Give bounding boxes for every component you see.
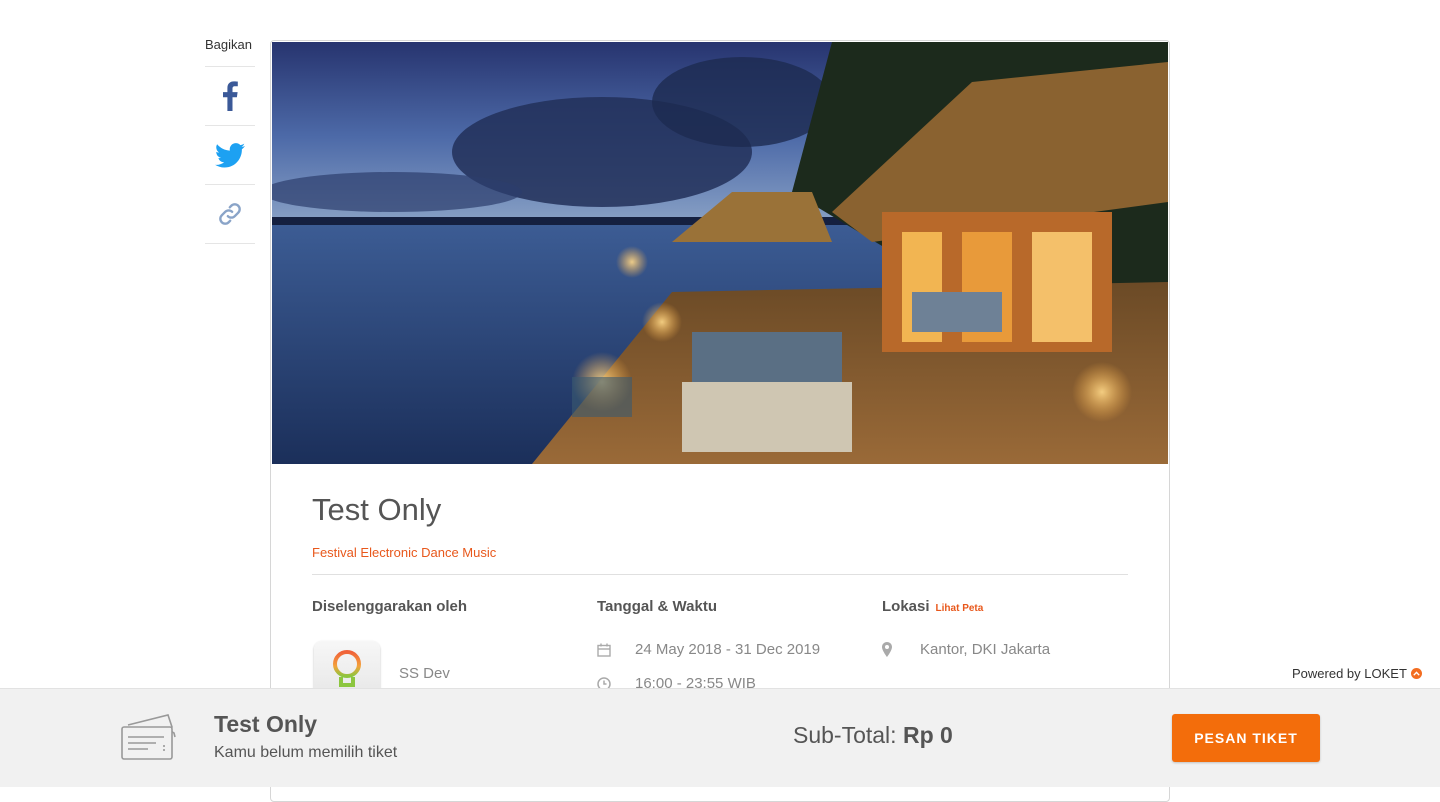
event-category-link[interactable]: Festival Electronic Dance Music xyxy=(312,545,496,560)
share-label: Bagikan xyxy=(205,37,252,52)
facebook-icon xyxy=(223,81,238,111)
location-row: Kantor, DKI Jakarta xyxy=(882,641,1050,658)
location-heading-group: Lokasi Lihat Peta xyxy=(882,598,983,615)
event-date-range: 24 May 2018 - 31 Dec 2019 xyxy=(635,641,821,658)
date-row: 24 May 2018 - 31 Dec 2019 xyxy=(597,641,820,658)
view-map-link[interactable]: Lihat Peta xyxy=(936,603,984,614)
organizer-name[interactable]: SS Dev xyxy=(399,665,450,682)
divider xyxy=(312,574,1128,575)
event-banner-image xyxy=(272,42,1168,464)
organizer-heading: Diselenggarakan oleh xyxy=(312,598,468,615)
twitter-icon xyxy=(215,142,245,167)
subtotal-value: Rp 0 xyxy=(902,722,953,748)
share-twitter-button[interactable] xyxy=(205,125,255,184)
order-ticket-button[interactable]: PESAN TIKET xyxy=(1172,714,1320,762)
link-icon xyxy=(219,203,241,225)
copy-link-button[interactable] xyxy=(205,184,255,244)
calendar-icon xyxy=(597,643,611,657)
ticket-icon xyxy=(118,713,176,766)
checkout-bar: Test Only Kamu belum memilih tiket Sub-T… xyxy=(0,688,1440,787)
share-facebook-button[interactable] xyxy=(205,66,255,125)
subtotal: Sub-Total: Rp 0 xyxy=(793,722,953,749)
datetime-heading: Tanggal & Waktu xyxy=(597,598,717,615)
checkout-status-text: Kamu belum memilih tiket xyxy=(214,744,398,761)
chevron-up-icon xyxy=(1410,668,1422,679)
event-location: Kantor, DKI Jakarta xyxy=(920,641,1051,658)
map-marker-icon xyxy=(882,642,892,657)
powered-by-text: Powered by LOKET xyxy=(1292,666,1407,681)
checkout-event-title: Test Only xyxy=(214,711,318,737)
subtotal-label: Sub-Total: xyxy=(793,722,897,748)
location-heading: Lokasi xyxy=(882,598,930,615)
powered-by-link[interactable]: Powered by LOKET xyxy=(1292,666,1422,681)
share-sidebar: Bagikan xyxy=(205,36,255,244)
event-title: Test Only xyxy=(312,492,442,527)
